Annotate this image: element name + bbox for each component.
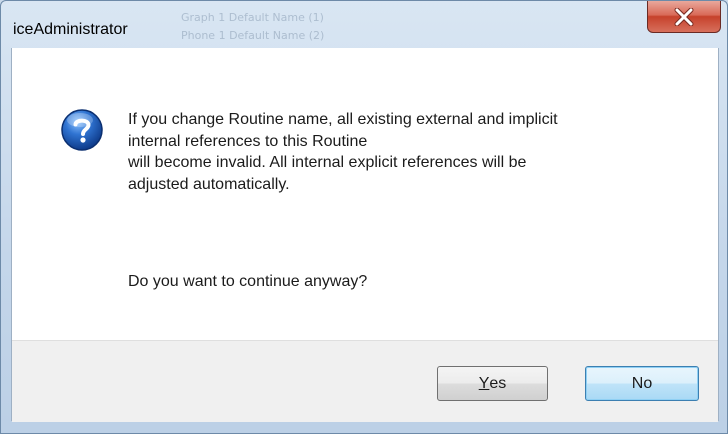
close-button[interactable] bbox=[647, 1, 721, 33]
title-bar[interactable]: Graph 1 Default Name (1) Phone 1 Default… bbox=[1, 1, 727, 47]
dialog-content: If you change Routine name, all existing… bbox=[11, 48, 719, 422]
message-line: If you change Routine name, all existing… bbox=[128, 111, 558, 128]
dialog-question: Do you want to continue anyway? bbox=[128, 273, 368, 290]
ghost-line: Phone 1 Default Name (2) bbox=[181, 29, 325, 42]
close-icon bbox=[674, 7, 694, 26]
message-line: adjusted automatically. bbox=[128, 175, 290, 193]
yes-button[interactable]: Yes bbox=[437, 366, 548, 401]
button-bar: Yes No bbox=[12, 340, 718, 422]
dialog-message: If you change Routine name, all existing… bbox=[128, 109, 688, 195]
background-window-ghost-text: Graph 1 Default Name (1) Phone 1 Default… bbox=[181, 1, 441, 55]
yes-mnemonic: Y bbox=[478, 374, 490, 392]
ghost-line: Graph 1 Default Name (1) bbox=[181, 11, 324, 24]
question-icon bbox=[61, 109, 103, 151]
yes-label-rest: es bbox=[489, 374, 507, 392]
no-button[interactable]: No bbox=[585, 366, 699, 401]
window-bottom-edge bbox=[11, 421, 719, 433]
message-dialog: Graph 1 Default Name (1) Phone 1 Default… bbox=[0, 0, 728, 434]
window-title: iceAdministrator bbox=[13, 21, 128, 38]
message-line: internal references to this Routine bbox=[128, 132, 368, 150]
message-line: will become invalid. All internal explic… bbox=[128, 154, 527, 171]
